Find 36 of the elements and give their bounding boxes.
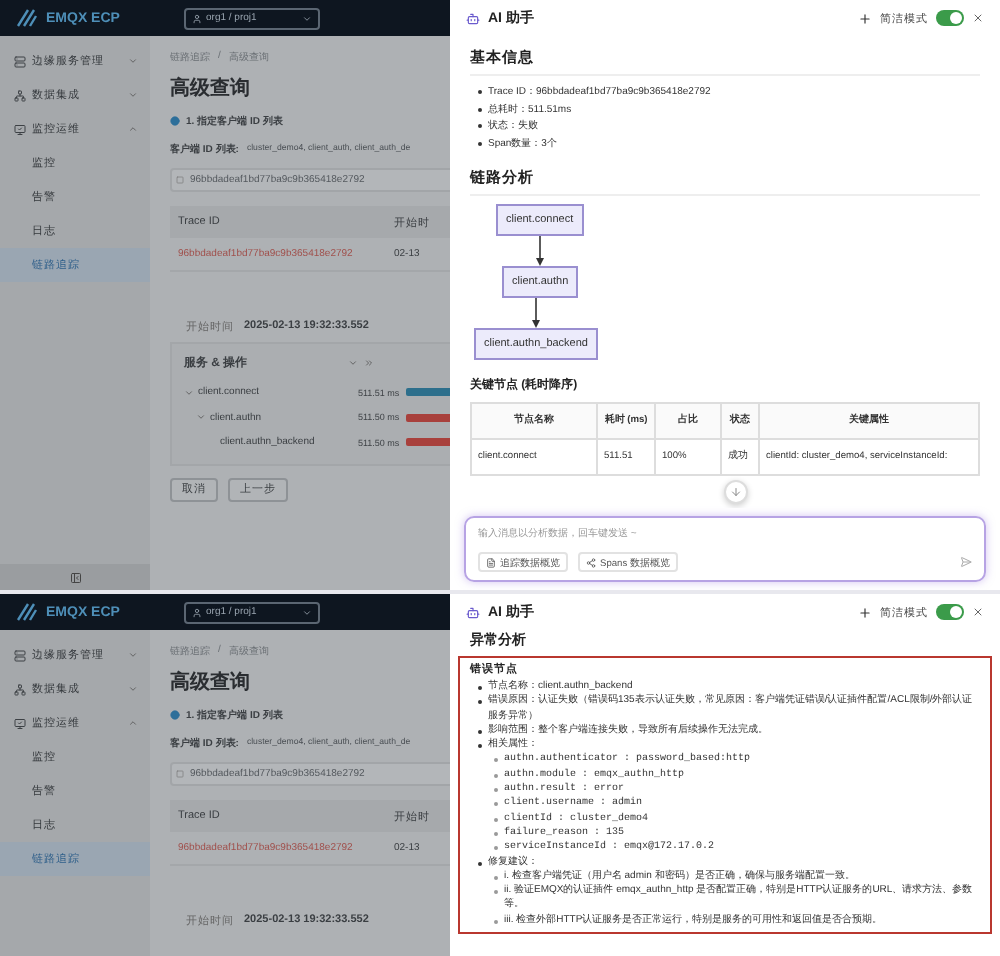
expand-icon[interactable] (348, 358, 358, 368)
menu-icon (14, 649, 26, 661)
arrow-down-icon (730, 486, 742, 498)
page-title: 高级查询 (170, 74, 252, 102)
menu-icon (14, 123, 26, 135)
mode-switch[interactable] (936, 10, 964, 26)
close-icon[interactable] (972, 606, 984, 618)
close-icon[interactable] (972, 12, 984, 24)
mode-switch[interactable] (936, 604, 964, 620)
document-icon (486, 557, 496, 567)
menu-icon (14, 89, 26, 101)
menu-icon (14, 683, 26, 695)
chevron-icon (302, 607, 312, 617)
add-icon[interactable] (858, 11, 872, 25)
collapse-icon (69, 571, 81, 583)
chevron-icon (302, 13, 312, 23)
caret-icon[interactable] (184, 387, 194, 398)
scroll-down-button[interactable] (724, 480, 748, 504)
share-icon (586, 557, 596, 567)
arrow (531, 298, 540, 328)
logo-icon (16, 602, 38, 622)
expand-all-icon[interactable] (364, 358, 374, 368)
arrow (536, 236, 545, 266)
page-title: 高级查询 (170, 668, 252, 696)
step-icon (170, 116, 180, 126)
menu-icon (14, 717, 26, 729)
user-icon (192, 607, 202, 617)
assistant-icon (466, 605, 480, 619)
caret-icon[interactable] (196, 412, 206, 423)
user-icon (192, 13, 202, 23)
assistant-icon (466, 11, 480, 25)
send-icon[interactable] (960, 556, 972, 568)
menu-icon (14, 55, 26, 67)
step-icon (170, 710, 180, 720)
add-icon[interactable] (858, 605, 872, 619)
logo-icon (16, 8, 38, 28)
